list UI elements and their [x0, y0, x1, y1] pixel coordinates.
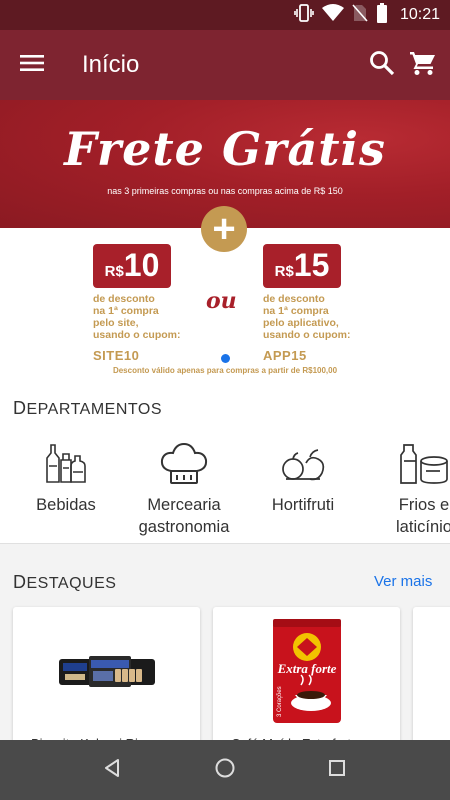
- coupon-code: SITE10: [93, 348, 140, 363]
- coupon-line: pelo site,: [93, 317, 139, 329]
- coupon-line: usando o cupom:: [93, 329, 181, 341]
- department-mercearia[interactable]: Mercearia gastronomia: [122, 438, 246, 538]
- cart-button[interactable]: [406, 50, 440, 80]
- app-bar: Início: [0, 30, 450, 100]
- coupon-description: de desconto na 1ª compra pelo aplicativo…: [263, 293, 375, 341]
- see-more-link[interactable]: Ver mais: [374, 573, 432, 590]
- label-line: gastronomia: [138, 518, 230, 536]
- label-line: Bebidas: [36, 496, 96, 514]
- no-sim-icon: [352, 3, 368, 27]
- product-card[interactable]: Biscoito Kalassi Rios: [13, 607, 200, 757]
- label-line: Frios e: [398, 496, 450, 514]
- coupon-line: de desconto: [263, 293, 325, 305]
- carousel-indicator[interactable]: [221, 354, 230, 363]
- department-label: Frios e laticínio: [362, 494, 450, 538]
- coupon-price: R$ 10: [93, 244, 171, 288]
- menu-icon: [20, 54, 44, 77]
- coupon-line: pelo aplicativo,: [263, 317, 339, 329]
- coupon-amount: 15: [293, 247, 330, 283]
- title-initial: D: [13, 398, 27, 418]
- coupon-currency: R$: [104, 263, 124, 280]
- coupon-site: R$ 10 de desconto na 1ª compra pelo site…: [93, 244, 205, 363]
- coupon-line: de desconto: [93, 293, 155, 305]
- coupon-line: usando o cupom:: [263, 329, 351, 341]
- coupon-line: na 1ª compra: [263, 305, 329, 317]
- system-nav-bar: [0, 740, 450, 800]
- department-label: Mercearia gastronomia: [122, 494, 246, 538]
- menu-button[interactable]: [16, 50, 48, 80]
- coupon-description: de desconto na 1ª compra pelo site, usan…: [93, 293, 205, 341]
- dairy-icon: [396, 438, 450, 488]
- coupon-line: na 1ª compra: [93, 305, 159, 317]
- featured-section: DESTAQUES Ver mais Extra forte 3 Coraçõe…: [0, 543, 450, 757]
- department-hortifruti[interactable]: Hortifruti: [241, 438, 365, 516]
- banner-note: Desconto válido apenas para compras a pa…: [112, 366, 338, 375]
- recents-icon: [327, 758, 347, 783]
- plus-badge: +: [201, 206, 247, 252]
- banner-subtitle: nas 3 primeiras compras ou nas compras a…: [107, 186, 343, 196]
- coupon-price: R$ 15: [263, 244, 341, 288]
- coupon-code: APP15: [263, 348, 307, 363]
- product-card[interactable]: Extra forte 3 Corações Café Moído Extraf…: [213, 607, 400, 757]
- fruits-icon: [275, 438, 331, 488]
- title-rest: EPARTAMENTOS: [26, 401, 163, 418]
- department-frios[interactable]: Frios e laticínio: [362, 438, 450, 538]
- departments-title: DEPARTAMENTOS: [13, 398, 162, 419]
- title-initial: D: [13, 572, 27, 592]
- back-icon: [102, 758, 122, 783]
- vibrate-icon: [294, 3, 314, 27]
- chef-hat-icon: [156, 438, 212, 488]
- department-label: Bebidas: [4, 494, 128, 516]
- promo-banner[interactable]: Frete Grátis nas 3 primeiras compras ou …: [0, 100, 450, 380]
- product-card[interactable]: [413, 607, 450, 757]
- wifi-icon: [321, 3, 344, 27]
- status-time: 10:21: [399, 6, 440, 23]
- coupon-currency: R$: [274, 263, 294, 280]
- search-icon: [369, 50, 395, 81]
- department-bebidas[interactable]: Bebidas: [4, 438, 128, 516]
- page-title: Início: [82, 51, 140, 78]
- separator-text: ou: [206, 288, 237, 314]
- battery-icon: [376, 2, 388, 28]
- title-rest: ESTAQUES: [26, 575, 117, 592]
- label-line: laticínio: [396, 518, 450, 536]
- screen: 10:21 Início Frete Grátis nas 3 primeira…: [0, 0, 450, 800]
- coffee-label: Extra forte: [277, 661, 337, 676]
- banner-title: Frete Grátis: [64, 122, 386, 176]
- featured-title: DESTAQUES: [13, 572, 116, 593]
- recents-button[interactable]: [322, 755, 352, 785]
- home-button[interactable]: [210, 755, 240, 785]
- label-line: Mercearia: [147, 496, 221, 514]
- coffee-brand: 3 Corações: [277, 686, 283, 717]
- back-button[interactable]: [97, 755, 127, 785]
- label-line: Hortifruti: [271, 496, 335, 514]
- search-button[interactable]: [366, 50, 398, 80]
- coupon-app: R$ 15 de desconto na 1ª compra pelo apli…: [263, 244, 375, 363]
- bottles-icon: [38, 438, 94, 488]
- home-icon: [214, 757, 236, 784]
- cart-icon: [409, 50, 437, 81]
- biscuit-package-icon: [59, 655, 155, 694]
- status-bar: 10:21: [0, 0, 450, 30]
- departments-section: DEPARTAMENTOS Bebidas Mercearia gastrono…: [0, 380, 450, 543]
- department-label: Hortifruti: [241, 494, 365, 516]
- coupon-amount: 10: [123, 247, 160, 283]
- coffee-package-icon: Extra forte 3 Corações: [271, 617, 343, 730]
